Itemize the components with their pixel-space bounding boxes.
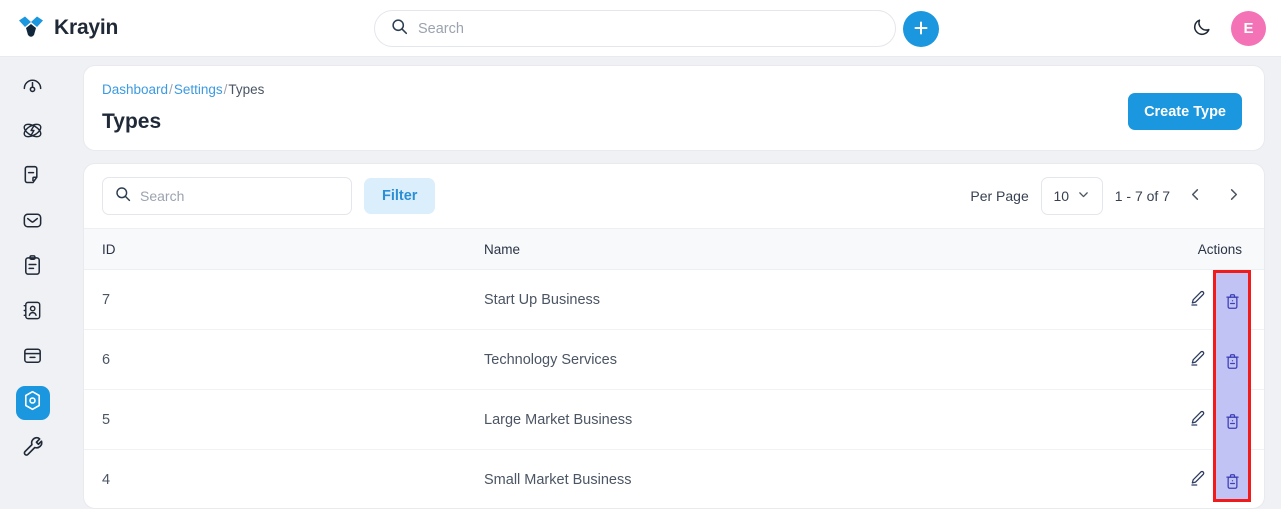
krayin-diamond-logo-icon xyxy=(18,16,44,40)
breadcrumb: Dashboard/Settings/Types xyxy=(102,82,1242,97)
breadcrumb-separator-1: / xyxy=(169,82,173,97)
sidebar-item-configuration[interactable] xyxy=(16,431,50,465)
table-row[interactable]: 5 Large Market Business xyxy=(84,390,1264,450)
edit-row-button[interactable] xyxy=(1188,349,1207,371)
top-bar: Krayin Search E xyxy=(0,0,1281,57)
cell-id: 5 xyxy=(102,411,111,428)
plus-icon xyxy=(912,19,930,40)
trash-icon xyxy=(1223,289,1242,311)
atom-spiral-icon xyxy=(21,119,44,147)
pencil-icon xyxy=(1188,289,1207,311)
theme-toggle-button[interactable] xyxy=(1188,14,1216,42)
pencil-icon xyxy=(1188,409,1207,431)
sidebar-item-quotes[interactable] xyxy=(16,161,50,195)
delete-row-button[interactable] xyxy=(1223,349,1242,371)
page-title: Types xyxy=(102,110,162,133)
breadcrumb-settings[interactable]: Settings xyxy=(174,82,223,97)
per-page-value: 10 xyxy=(1053,188,1070,204)
wrench-icon xyxy=(21,434,44,462)
pencil-icon xyxy=(1188,349,1207,371)
create-type-button[interactable]: Create Type xyxy=(1128,93,1242,130)
chevron-left-icon xyxy=(1188,187,1203,205)
cell-actions xyxy=(1148,349,1246,371)
breadcrumb-dashboard[interactable]: Dashboard xyxy=(102,82,168,97)
table-header-row: ID Name Actions xyxy=(84,228,1264,270)
global-search-placeholder: Search xyxy=(418,20,464,37)
sidebar-item-dashboard[interactable] xyxy=(16,71,50,105)
clipboard-icon xyxy=(21,254,44,282)
per-page-select[interactable]: 10 xyxy=(1040,177,1103,215)
per-page-label: Per Page xyxy=(970,188,1029,204)
gauge-icon xyxy=(21,74,44,102)
chevron-right-icon xyxy=(1226,187,1241,205)
user-avatar[interactable]: E xyxy=(1231,11,1266,46)
cell-id: 4 xyxy=(102,471,111,488)
contact-card-icon xyxy=(21,299,44,327)
table-row[interactable]: 4 Small Market Business xyxy=(84,450,1264,508)
add-new-button[interactable] xyxy=(903,11,939,47)
sidebar-item-mail[interactable] xyxy=(16,206,50,240)
edit-row-button[interactable] xyxy=(1188,409,1207,431)
cell-name: Start Up Business xyxy=(484,291,601,308)
column-header-name: Name xyxy=(484,241,521,257)
cell-id: 6 xyxy=(102,351,111,368)
global-search-input[interactable]: Search xyxy=(374,10,896,47)
cell-actions xyxy=(1148,409,1246,431)
sidebar-item-activities[interactable] xyxy=(16,251,50,285)
main-content: Dashboard/Settings/Types Types Create Ty… xyxy=(65,57,1281,509)
trash-icon xyxy=(1223,469,1242,491)
search-icon xyxy=(391,18,408,40)
previous-page-button[interactable] xyxy=(1182,183,1208,209)
table-search-placeholder: Search xyxy=(140,188,185,204)
pagination-range: 1 - 7 of 7 xyxy=(1114,188,1170,204)
cell-id: 7 xyxy=(102,291,111,308)
delete-row-button[interactable] xyxy=(1223,469,1242,491)
breadcrumb-current: Types xyxy=(228,82,265,97)
next-page-button[interactable] xyxy=(1220,183,1246,209)
edit-row-button[interactable] xyxy=(1188,289,1207,311)
hexagon-target-icon xyxy=(21,389,44,417)
trash-icon xyxy=(1223,349,1242,371)
cell-actions xyxy=(1148,469,1246,491)
table-search-input[interactable]: Search xyxy=(102,177,352,215)
sidebar-item-leads[interactable] xyxy=(16,116,50,150)
column-header-id: ID xyxy=(102,241,116,257)
brand-logo[interactable]: Krayin xyxy=(18,16,318,40)
sidebar-nav xyxy=(0,57,65,509)
page-header-card: Dashboard/Settings/Types Types Create Ty… xyxy=(83,65,1265,151)
table-row[interactable]: 7 Start Up Business xyxy=(84,270,1264,330)
pagination-controls: Per Page 10 1 - 7 of 7 xyxy=(970,177,1246,215)
trash-icon xyxy=(1223,409,1242,431)
cell-actions xyxy=(1148,289,1246,311)
table-body: 7 Start Up Business 6 Technology Service… xyxy=(84,270,1264,508)
types-table-card: Search Filter Per Page 10 1 - 7 of 7 ID … xyxy=(83,163,1265,509)
sidebar-item-products[interactable] xyxy=(16,341,50,375)
chevron-down-icon xyxy=(1077,188,1090,204)
brand-name: Krayin xyxy=(54,16,119,39)
table-toolbar: Search Filter Per Page 10 1 - 7 of 7 xyxy=(84,164,1264,228)
cell-name: Small Market Business xyxy=(484,471,632,488)
sidebar-item-settings[interactable] xyxy=(15,386,50,420)
breadcrumb-separator-2: / xyxy=(223,82,228,97)
document-icon xyxy=(21,164,44,192)
delete-row-button[interactable] xyxy=(1223,409,1242,431)
cell-name: Technology Services xyxy=(484,351,617,368)
envelope-icon xyxy=(21,209,44,237)
table-row[interactable]: 6 Technology Services xyxy=(84,330,1264,390)
pencil-icon xyxy=(1188,469,1207,491)
filter-button[interactable]: Filter xyxy=(364,178,436,214)
column-header-actions: Actions xyxy=(1197,241,1242,257)
box-icon xyxy=(21,344,44,372)
edit-row-button[interactable] xyxy=(1188,469,1207,491)
cell-name: Large Market Business xyxy=(484,411,633,428)
delete-row-button[interactable] xyxy=(1223,289,1242,311)
avatar-initial: E xyxy=(1243,20,1254,37)
search-icon xyxy=(115,186,131,207)
moon-icon xyxy=(1192,17,1212,40)
sidebar-item-contacts[interactable] xyxy=(16,296,50,330)
